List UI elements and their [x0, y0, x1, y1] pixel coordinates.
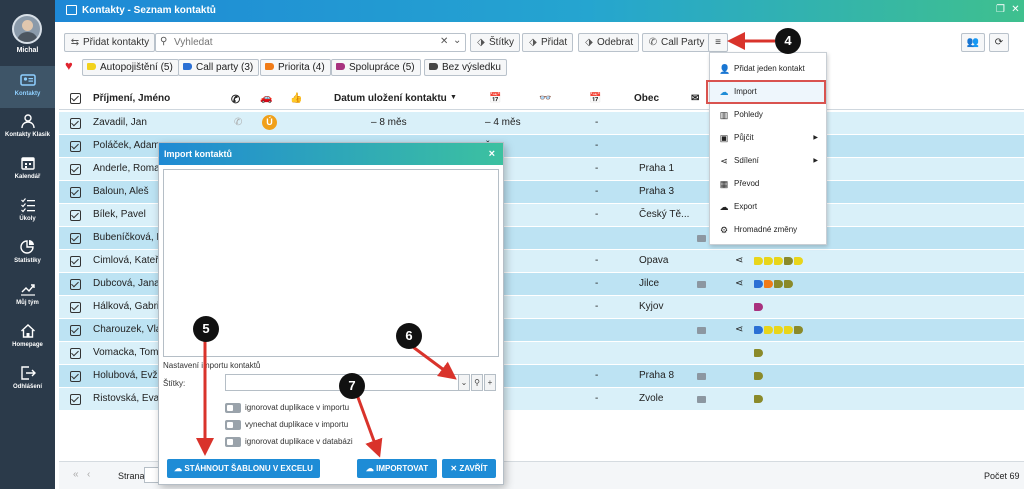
- annotation-arrows: [196, 32, 775, 458]
- step-marker: 5: [193, 316, 219, 342]
- arrow-7: [354, 391, 383, 458]
- step-marker: 6: [396, 323, 422, 349]
- arrow-6: [412, 345, 457, 380]
- step-marker: 4: [775, 28, 801, 54]
- step-marker: 7: [339, 373, 365, 399]
